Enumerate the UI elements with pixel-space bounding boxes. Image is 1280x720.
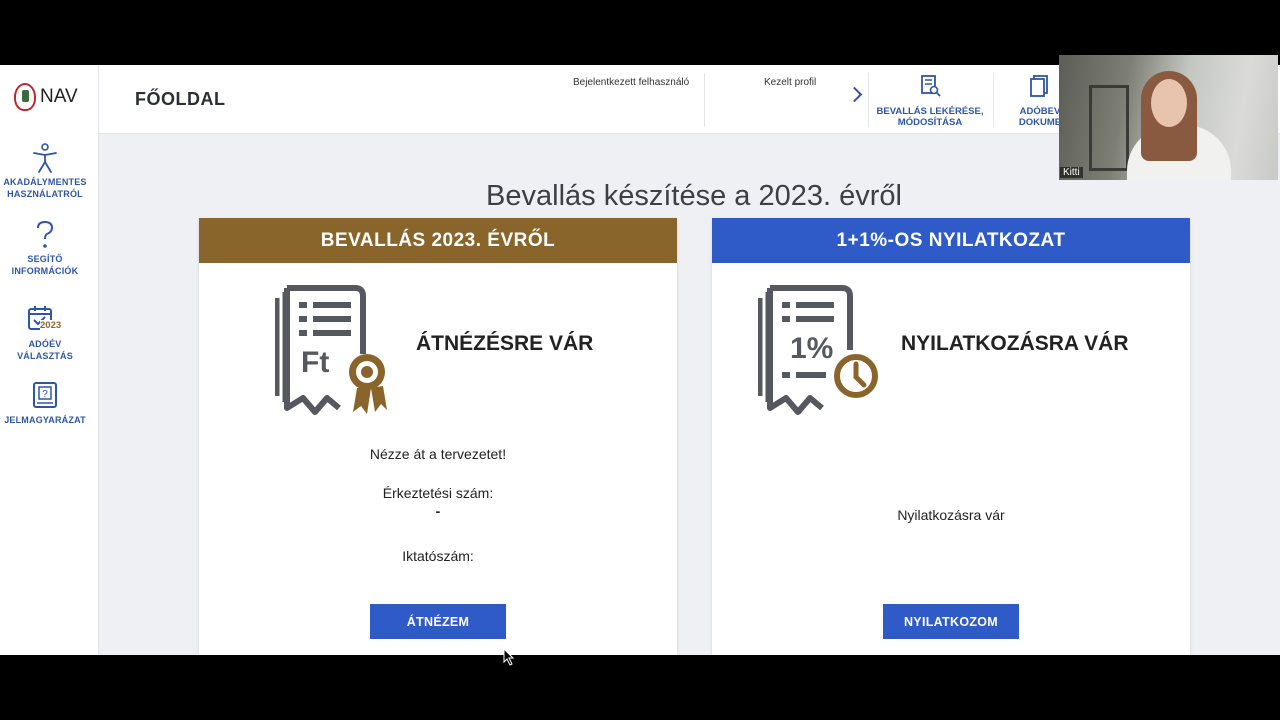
documents-icon (1030, 75, 1048, 97)
tax-year-badge: 2023 (40, 320, 62, 331)
return-query-modify-button[interactable]: BEVALLÁS LEKÉRÉSE, MÓDOSÍTÁSA (875, 75, 985, 128)
sidebar-item-accessibility[interactable]: AKADÁLYMENTES HASZNÁLATRÓL (0, 143, 90, 200)
sidebar-item-legend[interactable]: ? JELMAGYARÁZAT (0, 381, 90, 426)
header-action-label: BEVALLÁS LEKÉRÉSE, MÓDOSÍTÁSA (876, 106, 984, 128)
declaration-card: 1+1%-OS NYILATKOZAT 1% NYILATKOZÁSRA VÁR… (712, 218, 1190, 655)
declare-button[interactable]: NYILATKOZOM (883, 604, 1019, 639)
managed-profile-label[interactable]: Kezelt profil (764, 77, 816, 88)
sidebar-item-tax-year[interactable]: 2023 ADÓÉV VÁLASZTÁS (0, 305, 90, 362)
one-percent-declaration-icon: 1% (758, 285, 878, 415)
tax-return-card: BEVALLÁS 2023. ÉVRŐL Ft ÁTNÉZÉSRE VÁR Né… (199, 218, 677, 655)
card-status: ÁTNÉZÉSRE VÁR (416, 332, 594, 355)
sidebar-item-help[interactable]: SEGÍTŐ INFORMÁCIÓK (0, 220, 90, 277)
calendar-icon: 2023 (25, 305, 65, 335)
icon-text: 1% (790, 332, 833, 365)
coat-of-arms-icon (14, 83, 36, 111)
webcam-video: Kitti (1059, 55, 1278, 180)
header-divider (868, 73, 869, 127)
arrival-number-label: Érkeztetési szám: (382, 485, 494, 501)
sidebar: NAV AKADÁLYMENTES HASZNÁLATRÓL SEGÍTŐ IN… (0, 65, 99, 655)
sidebar-item-label: SEGÍTŐ INFORMÁCIÓK (11, 254, 79, 276)
arrival-number-value: - (435, 503, 441, 519)
header-divider (704, 73, 705, 127)
header-divider (993, 73, 994, 127)
help-icon (37, 220, 54, 248)
card-header: 1+1%-OS NYILATKOZAT (712, 218, 1190, 263)
background-frame (1089, 85, 1129, 171)
declaration-status-text: Nyilatkozásra vár (897, 507, 1005, 523)
person-face (1151, 79, 1187, 127)
legend-book-icon: ? (33, 382, 57, 408)
page-title: FŐOLDAL (135, 89, 226, 109)
logged-in-user-label[interactable]: Bejelentkezett felhasználó (573, 77, 689, 88)
mouse-cursor-icon (503, 648, 515, 666)
review-instruction: Nézze át a tervezetet! (369, 446, 507, 462)
sidebar-item-label: AKADÁLYMENTES HASZNÁLATRÓL (3, 177, 87, 199)
svg-text:?: ? (42, 389, 48, 400)
tax-return-forint-icon: Ft (275, 285, 387, 415)
nav-logo[interactable]: NAV (14, 83, 78, 111)
document-search-icon (921, 75, 941, 97)
main-heading: Bevallás készítése a 2023. évről (486, 180, 902, 213)
filing-number-label: Iktatószám: (402, 548, 474, 564)
icon-text: Ft (301, 346, 329, 379)
logo-text: NAV (40, 86, 78, 107)
card-status: NYILATKOZÁSRA VÁR (901, 332, 1129, 355)
chevron-right-icon[interactable] (846, 86, 863, 103)
review-button[interactable]: ÁTNÉZEM (370, 604, 506, 639)
participant-name: Kitti (1060, 167, 1083, 178)
sidebar-item-label: ADÓÉV VÁLASZTÁS (17, 339, 73, 361)
sidebar-item-label: JELMAGYARÁZAT (4, 415, 86, 425)
accessibility-icon (33, 143, 57, 173)
card-header: BEVALLÁS 2023. ÉVRŐL (199, 218, 677, 263)
